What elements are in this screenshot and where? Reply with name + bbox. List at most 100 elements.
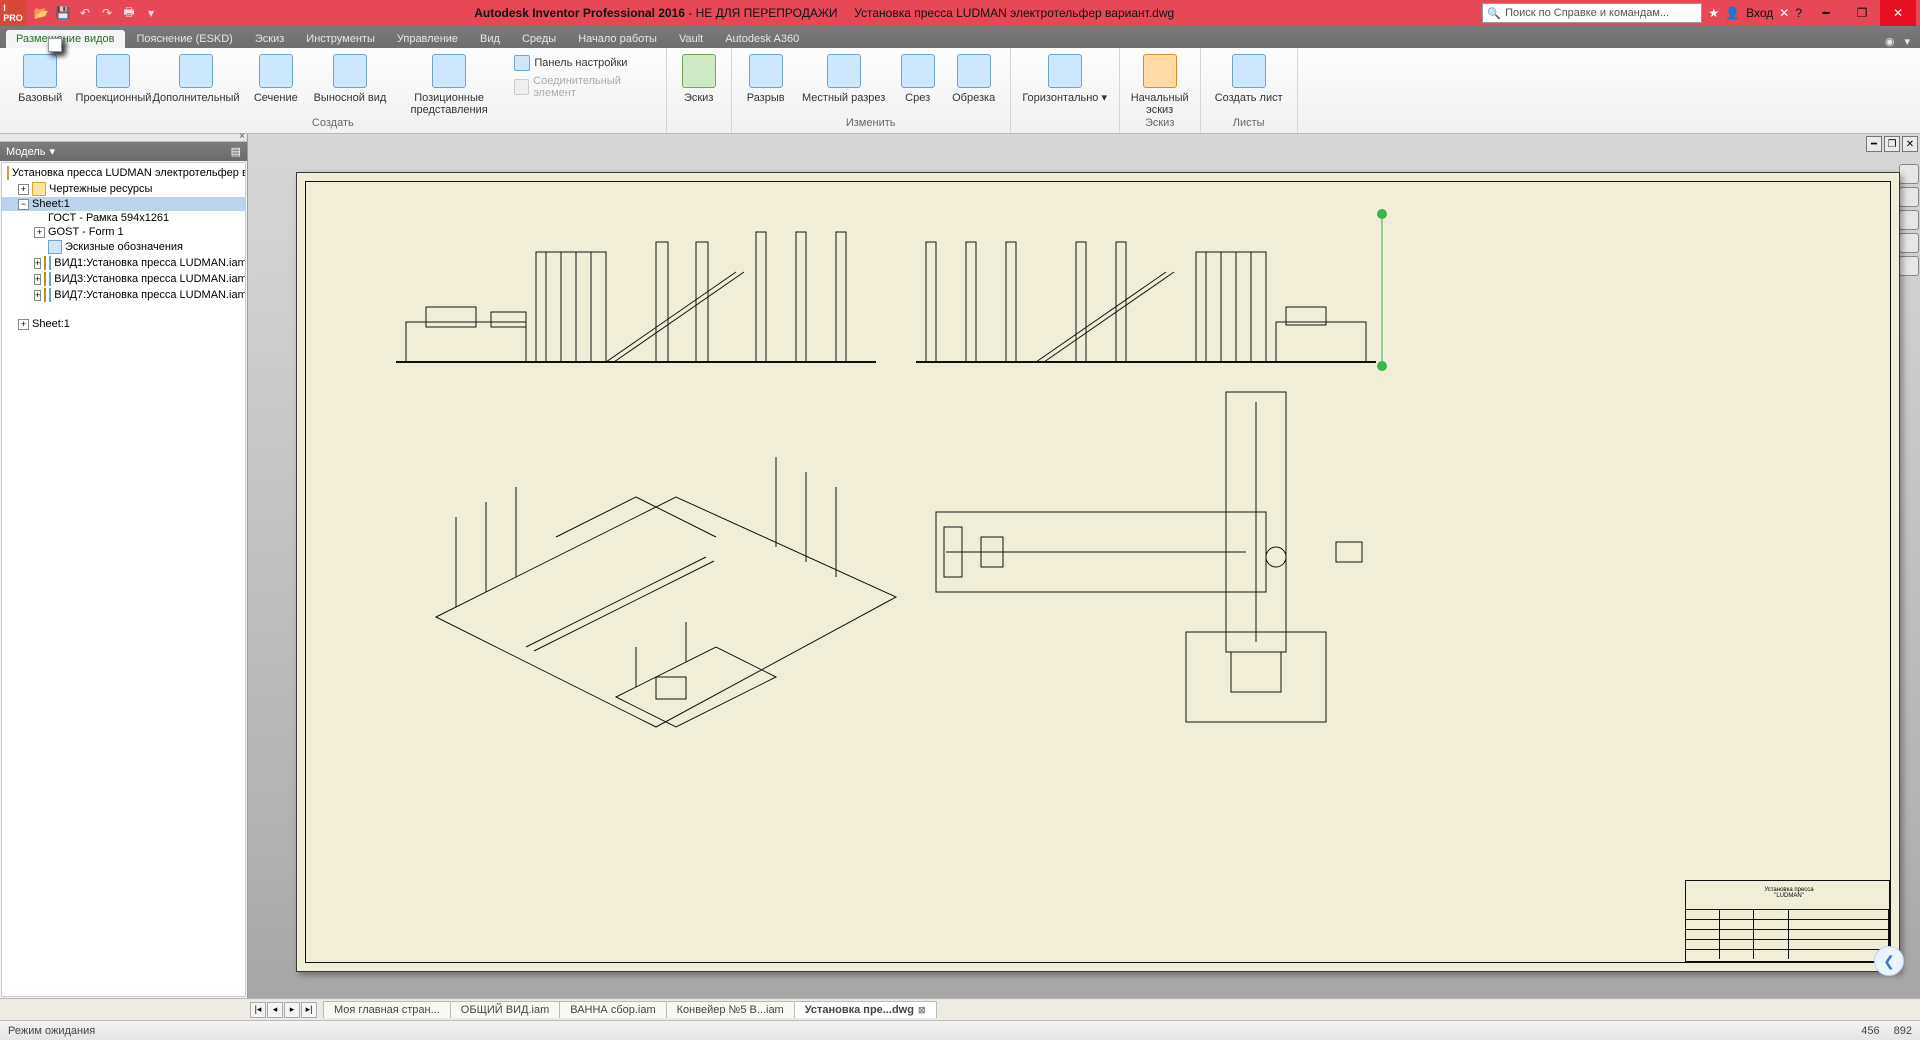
tree-sketch-symbols[interactable]: Эскизные обозначения <box>2 239 245 255</box>
connector-button: Соединительный элемент <box>510 74 659 100</box>
group-label-sheets: Листы <box>1207 117 1291 131</box>
minimize-button[interactable]: ━ <box>1808 0 1844 26</box>
tab-tools[interactable]: Инструменты <box>296 30 385 48</box>
status-y: 892 <box>1894 1025 1912 1037</box>
slice-button[interactable]: Срез <box>894 50 942 104</box>
browser-menu-icon[interactable]: ▤ <box>231 145 241 158</box>
nav-home-icon[interactable] <box>1899 164 1919 184</box>
drawing-view-elevation-right[interactable] <box>916 212 1376 372</box>
canvas-mdi-controls: ━ ❐ ✕ <box>1866 136 1918 152</box>
section-view-button[interactable]: Сечение <box>242 50 310 104</box>
tree-sheet1b[interactable]: +Sheet:1 <box>2 317 245 331</box>
canvas-minimize-icon[interactable]: ━ <box>1866 136 1882 152</box>
positional-rep-button[interactable]: Позиционные представления <box>390 50 508 116</box>
base-view-button[interactable]: Базовый <box>6 50 74 104</box>
projected-view-button[interactable]: Проекционный <box>76 50 150 104</box>
nav-orbit-icon[interactable] <box>1899 256 1919 276</box>
tree-gost-frame[interactable]: ГОСТ - Рамка 594x1261 <box>2 211 245 225</box>
model-tree[interactable]: Установка пресса LUDMAN электротельфер в… <box>1 162 246 997</box>
titleblock-name2: "LUDMAN" <box>1747 893 1831 899</box>
drawing-canvas[interactable]: ━ ❐ ✕ <box>248 134 1920 998</box>
doc-tab-vanna[interactable]: ВАННА сбор.iam <box>559 1001 666 1018</box>
drawing-view-plan[interactable] <box>926 382 1396 742</box>
share-button[interactable]: ❮ <box>1874 946 1904 976</box>
group-label-modify: Изменить <box>738 117 1004 131</box>
tree-view7[interactable]: +ВИД7:Установка пресса LUDMAN.iam <box>2 287 245 303</box>
nav-fullnav-icon[interactable] <box>1899 187 1919 207</box>
star-icon[interactable]: ★ <box>1708 6 1719 20</box>
horizontal-button[interactable]: Горизонтально ▾ <box>1017 50 1113 104</box>
help-search-input[interactable]: 🔍 Поиск по Справке и командам... <box>1482 3 1702 23</box>
ribbon-group-create: Базовый Проекционный Дополнительный Сече… <box>0 48 667 133</box>
tree-sheet1[interactable]: −Sheet:1 <box>2 197 245 211</box>
tab-place-views[interactable]: Размещение видов <box>6 30 125 48</box>
tab-view[interactable]: Вид <box>470 30 510 48</box>
ribbon-group-sketch2: Начальный эскиз Эскиз <box>1120 48 1201 133</box>
ribbon-group-modify: Разрыв Местный разрез Срез Обрезка Измен… <box>732 48 1011 133</box>
tree-gost-form[interactable]: +GOST - Form 1 <box>2 225 245 239</box>
start-sketch-button[interactable]: Начальный эскиз <box>1126 50 1194 116</box>
doc-tab-obshiy-vid[interactable]: ОБЩИЙ ВИД.iam <box>450 1001 560 1018</box>
tab-nav-next-icon[interactable]: ▸ <box>284 1002 300 1018</box>
panel-settings-button[interactable]: Панель настройки <box>510 54 659 72</box>
browser-header[interactable]: Модель ▾ ▤ <box>0 142 247 161</box>
doc-tab-ustanovka[interactable]: Установка пре...dwg⊠ <box>794 1001 937 1018</box>
doc-tab-home[interactable]: Моя главная стран... <box>323 1001 451 1018</box>
status-bar: Режим ожидания 456 892 <box>0 1020 1920 1040</box>
detail-view-button[interactable]: Выносной вид <box>312 50 388 104</box>
draft-sketch-button[interactable]: Эскиз <box>673 50 725 104</box>
tab-nav-last-icon[interactable]: ▸| <box>301 1002 317 1018</box>
qat-save-icon[interactable]: 💾 <box>54 4 72 22</box>
qat-more-icon[interactable]: ▾ <box>142 4 160 22</box>
ribbon-bullet-icon[interactable]: ◉ <box>1885 35 1895 48</box>
ribbon-tab-strip: Размещение видов Пояснение (ESKD) Эскиз … <box>0 26 1920 48</box>
title-bar: IPRO 📂 💾 ↶ ↷ 🖶 ▾ Autodesk Inventor Profe… <box>0 0 1920 26</box>
signin-icon[interactable]: 👤 <box>1725 6 1740 20</box>
drawing-sheet[interactable]: Установка пресса "LUDMAN" <box>296 172 1900 972</box>
doc-tab-conveyor[interactable]: Конвейер №5 В...iam <box>666 1001 795 1018</box>
drawing-view-isometric[interactable] <box>376 397 916 757</box>
qat-open-icon[interactable]: 📂 <box>32 4 50 22</box>
canvas-restore-icon[interactable]: ❐ <box>1884 136 1900 152</box>
crop-button[interactable]: Обрезка <box>944 50 1004 104</box>
app-icon[interactable]: IPRO <box>0 0 26 26</box>
help-icon[interactable]: ? <box>1795 6 1802 20</box>
qat-redo-icon[interactable]: ↷ <box>98 4 116 22</box>
browser-close-icon[interactable]: × <box>239 131 245 142</box>
breakout-button[interactable]: Местный разрез <box>796 50 892 104</box>
nav-pan-icon[interactable] <box>1899 210 1919 230</box>
tab-annotation-eskd[interactable]: Пояснение (ESKD) <box>127 30 243 48</box>
maximize-button[interactable]: ❐ <box>1844 0 1880 26</box>
tree-view3[interactable]: +ВИД3:Установка пресса LUDMAN.iam <box>2 271 245 287</box>
drawing-view-elevation-left[interactable] <box>396 212 876 372</box>
canvas-close-icon[interactable]: ✕ <box>1902 136 1918 152</box>
tree-drawing-resources[interactable]: +Чертежные ресурсы <box>2 181 245 197</box>
tab-get-started[interactable]: Начало работы <box>568 30 667 48</box>
tab-sketch[interactable]: Эскиз <box>245 30 294 48</box>
tab-nav-first-icon[interactable]: |◂ <box>250 1002 266 1018</box>
tab-nav-prev-icon[interactable]: ◂ <box>267 1002 283 1018</box>
search-placeholder: Поиск по Справке и командам... <box>1505 7 1669 19</box>
tab-environments[interactable]: Среды <box>512 30 566 48</box>
tab-vault[interactable]: Vault <box>669 30 713 48</box>
qat-print-icon[interactable]: 🖶 <box>120 4 138 22</box>
tab-a360[interactable]: Autodesk A360 <box>715 30 809 48</box>
break-button[interactable]: Разрыв <box>738 50 794 104</box>
tree-view1[interactable]: +ВИД1:Установка пресса LUDMAN.iam <box>2 255 245 271</box>
exchange-icon[interactable]: ✕ <box>1779 6 1789 20</box>
new-sheet-button[interactable]: Создать лист <box>1207 50 1291 104</box>
app-name: Autodesk Inventor Professional 2016 <box>474 6 685 20</box>
tab-manage[interactable]: Управление <box>387 30 468 48</box>
signin-label[interactable]: Вход <box>1746 6 1773 20</box>
tree-root[interactable]: Установка пресса LUDMAN электротельфер в… <box>2 165 245 181</box>
doc-tab-close-icon[interactable]: ⊠ <box>918 1005 926 1016</box>
title-block[interactable]: Установка пресса "LUDMAN" <box>1685 880 1890 962</box>
browser-title: Модель <box>6 146 45 158</box>
qat-undo-icon[interactable]: ↶ <box>76 4 94 22</box>
auxiliary-view-button[interactable]: Дополнительный <box>152 50 239 104</box>
sheet-border: Установка пресса "LUDMAN" <box>305 181 1891 963</box>
close-button[interactable]: ✕ <box>1880 0 1916 26</box>
status-x: 456 <box>1861 1025 1879 1037</box>
ribbon-collapse-icon[interactable]: ▾ <box>1904 35 1910 48</box>
nav-zoom-icon[interactable] <box>1899 233 1919 253</box>
